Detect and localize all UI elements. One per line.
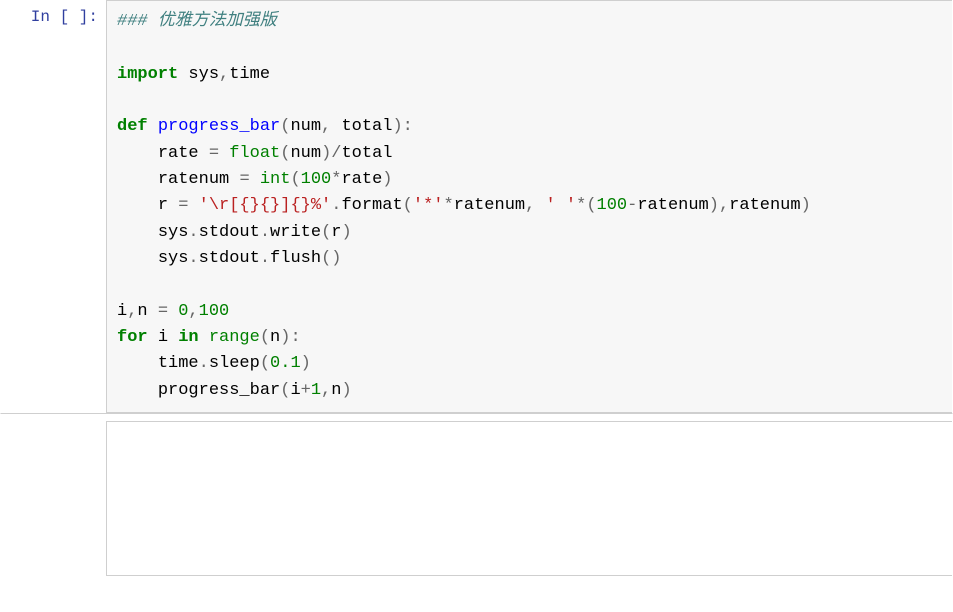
op-plus: + (301, 381, 311, 400)
lparen: ( (280, 144, 290, 163)
var-rate: rate (341, 170, 382, 189)
builtin-range: range (209, 328, 260, 347)
mod-sys: sys (158, 223, 189, 242)
lparen: ( (290, 170, 300, 189)
var-n: n (331, 381, 341, 400)
fn-progress-bar: progress_bar (158, 117, 280, 136)
builtin-float: float (229, 144, 280, 163)
attr-flush: flush (270, 249, 321, 268)
rparen: ) (301, 354, 311, 373)
dot: . (188, 223, 198, 242)
rparen: ) (382, 170, 392, 189)
op-eq: = (158, 302, 168, 321)
num-0-1: 0.1 (270, 354, 301, 373)
attr-format: format (341, 196, 402, 215)
param-num: num (290, 144, 321, 163)
var-r: r (158, 196, 168, 215)
var-n: n (137, 302, 147, 321)
comma: , (719, 196, 729, 215)
str-space: ' ' (546, 196, 577, 215)
op-slash: / (331, 144, 341, 163)
op-star: * (443, 196, 453, 215)
var-ratenum: ratenum (637, 196, 708, 215)
var-ratenum: ratenum (729, 196, 800, 215)
lparen: ( (321, 249, 331, 268)
rparen: ) (341, 223, 351, 242)
output-area[interactable] (106, 421, 952, 576)
lparen: ( (403, 196, 413, 215)
rparen: ) (280, 328, 290, 347)
colon: : (403, 117, 413, 136)
input-prompt: In [ ]: (1, 0, 106, 413)
code-input-area[interactable]: ### 优雅方法加强版 import sys,time def progress… (106, 0, 952, 413)
op-eq: = (239, 170, 249, 189)
var-r: r (331, 223, 341, 242)
rparen: ) (392, 117, 402, 136)
num-100: 100 (199, 302, 230, 321)
op-star: * (331, 170, 341, 189)
code-cell-1: In [ ]: ### 优雅方法加强版 import sys,time def … (0, 0, 953, 414)
colon: : (290, 328, 300, 347)
var-i: i (117, 302, 127, 321)
dot: . (260, 223, 270, 242)
param-total: total (341, 144, 392, 163)
dot: . (331, 196, 341, 215)
param-total: total (341, 117, 392, 136)
code-comment: ### 优雅方法加强版 (117, 12, 277, 31)
rparen: ) (801, 196, 811, 215)
kw-def: def (117, 117, 148, 136)
attr-write: write (270, 223, 321, 242)
output-cell (0, 420, 953, 577)
rparen: ) (709, 196, 719, 215)
builtin-int: int (260, 170, 291, 189)
var-ratenum: ratenum (454, 196, 525, 215)
lparen: ( (586, 196, 596, 215)
num-100: 100 (597, 196, 628, 215)
comma: , (188, 302, 198, 321)
lparen: ( (260, 328, 270, 347)
op-eq: = (209, 144, 219, 163)
dot: . (199, 354, 209, 373)
param-num: num (290, 117, 321, 136)
dot: . (188, 249, 198, 268)
rparen: ) (321, 144, 331, 163)
op-eq: = (178, 196, 188, 215)
attr-sleep: sleep (209, 354, 260, 373)
var-i: i (290, 381, 300, 400)
attr-stdout: stdout (199, 249, 260, 268)
lparen: ( (321, 223, 331, 242)
op-minus: - (627, 196, 637, 215)
comma: , (321, 381, 331, 400)
comma: , (219, 65, 229, 84)
kw-for: for (117, 328, 148, 347)
mod-time: time (158, 354, 199, 373)
var-n: n (270, 328, 280, 347)
comma: , (321, 117, 331, 136)
fn-progress-bar-call: progress_bar (158, 381, 280, 400)
str-fmt: '\r[{}{}]{}%' (199, 196, 332, 215)
op-star: * (576, 196, 586, 215)
output-prompt (1, 421, 106, 576)
kw-in: in (178, 328, 198, 347)
var-rate: rate (158, 144, 199, 163)
lparen: ( (280, 117, 290, 136)
num-0: 0 (178, 302, 188, 321)
kw-import: import (117, 65, 178, 84)
var-i: i (158, 328, 168, 347)
mod-time: time (229, 65, 270, 84)
lparen: ( (260, 354, 270, 373)
lparen: ( (280, 381, 290, 400)
num-1: 1 (311, 381, 321, 400)
rparen: ) (341, 381, 351, 400)
comma: , (525, 196, 535, 215)
rparen: ) (331, 249, 341, 268)
comma: , (127, 302, 137, 321)
num-100: 100 (301, 170, 332, 189)
mod-sys: sys (188, 65, 219, 84)
mod-sys: sys (158, 249, 189, 268)
var-ratenum: ratenum (158, 170, 229, 189)
dot: . (260, 249, 270, 268)
attr-stdout: stdout (199, 223, 260, 242)
str-star: '*' (413, 196, 444, 215)
